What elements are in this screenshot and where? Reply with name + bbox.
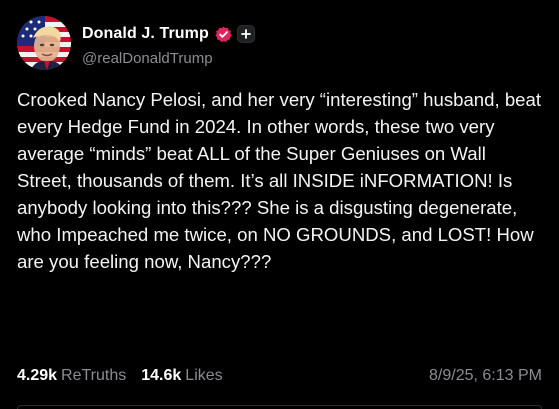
post-body-text: Crooked Nancy Pelosi, and her very “inte…: [17, 89, 542, 272]
likes-count: 14.6k: [141, 367, 182, 384]
next-card-edge: [17, 405, 542, 409]
post-timestamp[interactable]: 8/9/25, 6:13 PM: [429, 367, 542, 385]
author-avatar[interactable]: [17, 16, 71, 70]
retruths-label: ReTruths: [61, 367, 127, 384]
author-display-name[interactable]: Donald J. Trump: [82, 25, 209, 43]
plus-icon: [240, 29, 251, 39]
flag-portrait-avatar-icon: [17, 16, 71, 70]
likes-label: Likes: [185, 367, 223, 384]
verified-badge-icon: [215, 26, 232, 43]
author-name-row: Donald J. Trump: [82, 24, 255, 44]
post-stats-bar: 4.29k ReTruths 14.6k Likes 8/9/25, 6:13 …: [17, 365, 542, 387]
author-handle[interactable]: @realDonaldTrump: [82, 50, 213, 67]
truth-post: Donald J. Trump @realDonaldTrump Crooked…: [0, 0, 559, 409]
retruths-stat[interactable]: 4.29k ReTruths: [17, 367, 126, 385]
follow-button[interactable]: [236, 25, 255, 43]
likes-stat[interactable]: 14.6k Likes: [141, 367, 222, 385]
retruths-count: 4.29k: [17, 367, 58, 384]
